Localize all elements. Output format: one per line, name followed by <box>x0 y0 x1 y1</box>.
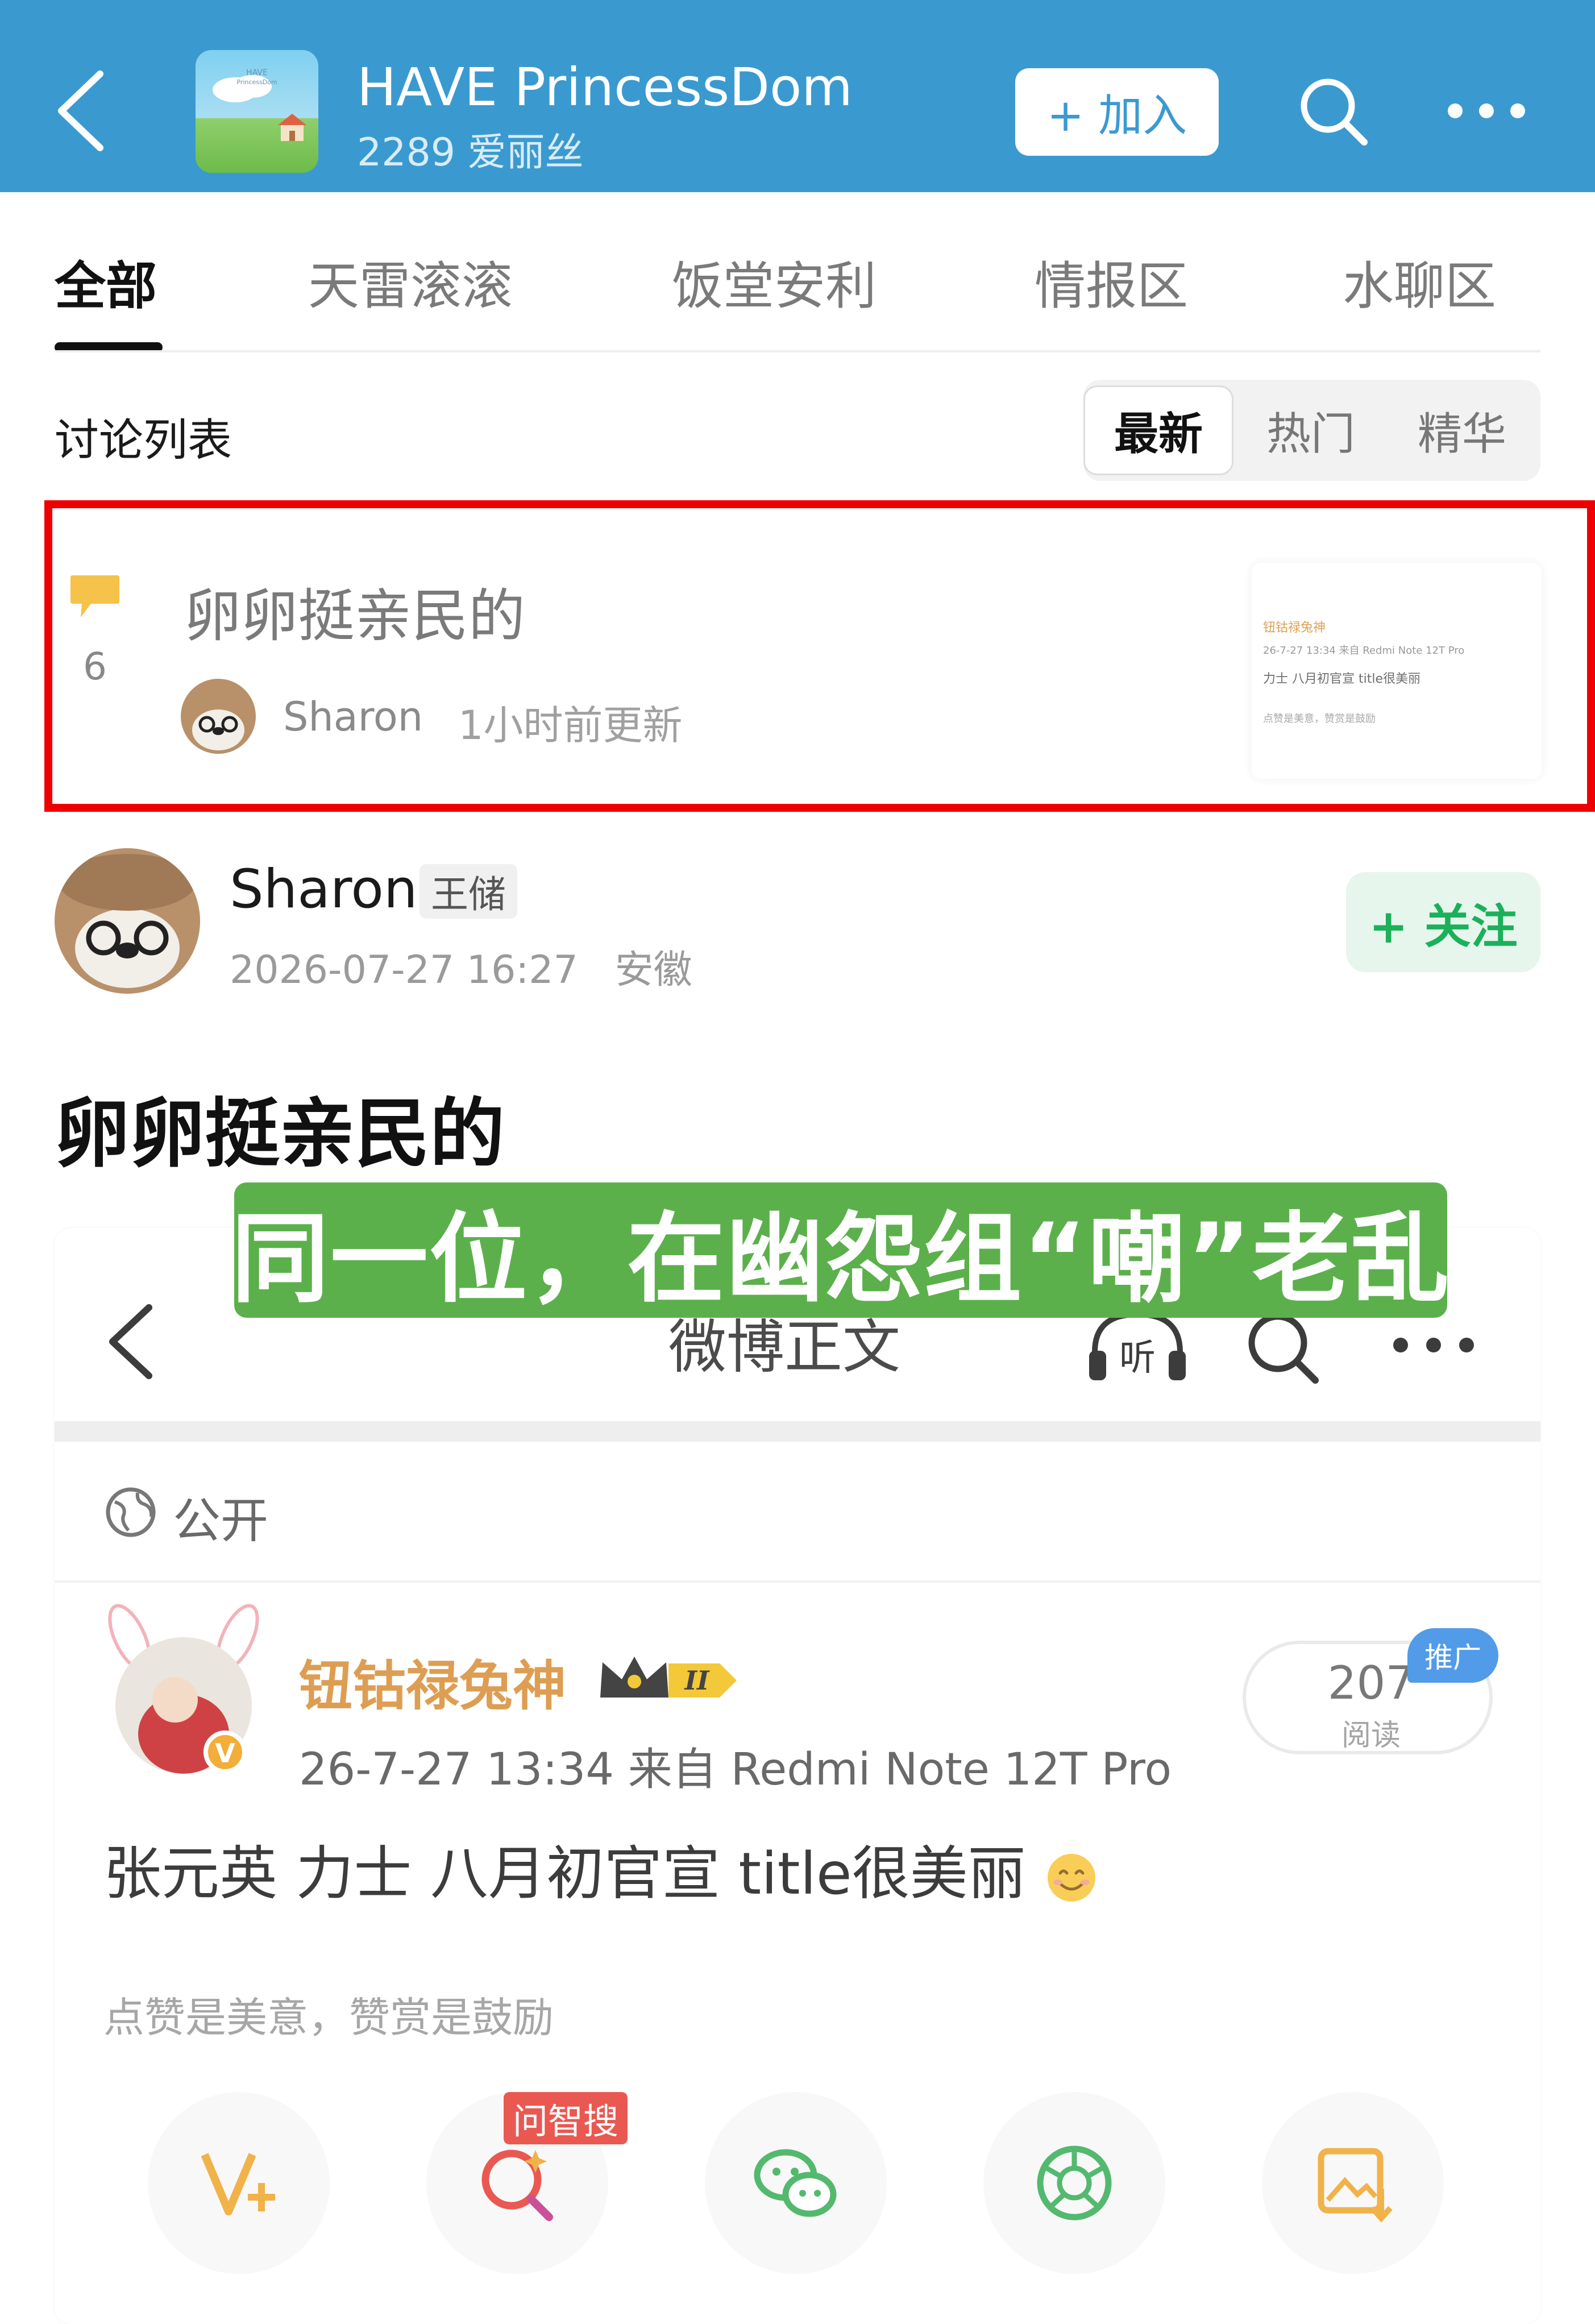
comment-count: 6 <box>83 645 107 688</box>
divider-bar <box>55 1421 1540 1442</box>
back-arrow-icon[interactable] <box>55 68 106 153</box>
weibo-text: 张元英 力士 八月初官宣 title很美丽 <box>103 1827 1099 1911</box>
member-count: 2289 爱丽丝 <box>357 130 584 175</box>
tab-tianlei[interactable]: 天雷滚滚 <box>308 244 513 318</box>
sort-segmented-control: 最新 热门 精华 <box>1083 380 1540 481</box>
tab-shuiliao[interactable]: 水聊区 <box>1343 244 1496 318</box>
tab-qingbao[interactable]: 情报区 <box>1035 244 1188 318</box>
tab-fantang[interactable]: 饭堂安利 <box>672 244 877 318</box>
app-header: HAVE PrincessDom HAVE PrincessDom 2289 爱… <box>0 0 1595 192</box>
back-arrow-icon <box>105 1302 156 1381</box>
sort-hot[interactable]: 热门 <box>1236 385 1386 475</box>
category-tabs: 全部 天雷滚滚 饭堂安利 情报区 水聊区 <box>0 192 1595 351</box>
avatar <box>181 679 256 754</box>
thumbnail-line: 点赞是美意，赞赏是鼓励 <box>1263 713 1376 725</box>
svg-text:V: V <box>215 1738 235 1769</box>
post-meta: 2026-07-27 16:27 安徽 <box>230 938 692 994</box>
weibo-text-content: 张元英 力士 八月初官宣 title很美丽 <box>103 1840 1026 1908</box>
save-image-icon <box>1262 2092 1444 2274</box>
sort-featured[interactable]: 精华 <box>1387 385 1537 475</box>
post-title: 卵卵挺亲民的 <box>55 1090 505 1178</box>
discussion-list-title: 讨论列表 <box>55 415 232 466</box>
svg-text:II: II <box>683 1665 710 1696</box>
moments-icon <box>983 2092 1165 2274</box>
tabs-divider <box>55 350 1540 352</box>
avatar: V <box>90 1603 277 1779</box>
post-location: 安徽 <box>614 948 692 993</box>
encourage-text: 点赞是美意，赞赏是鼓励 <box>103 1994 554 2041</box>
thumbnail-line: 26-7-27 13:34 来自 Redmi Note 12T Pro <box>1263 645 1465 657</box>
thread-author[interactable]: Sharon <box>283 694 423 740</box>
weibo-post-meta: 26-7-27 13:34 来自 Redmi Note 12T Pro <box>299 1744 1172 1795</box>
follow-button[interactable]: + 关注 <box>1346 872 1540 972</box>
zhisou-badge: 问智搜 <box>504 2092 628 2144</box>
status-badge: 王储 <box>419 864 517 919</box>
weibo-user-name: 钮钴禄兔神 <box>299 1655 567 1717</box>
avatar[interactable] <box>55 848 200 994</box>
comment-bubble-icon <box>68 572 122 623</box>
svg-text:HAVE: HAVE <box>246 68 268 77</box>
search-icon[interactable] <box>1296 74 1370 148</box>
globe-icon <box>103 1485 158 1539</box>
more-dots-icon[interactable] <box>1444 80 1529 142</box>
thread-title: 卵卵挺亲民的 <box>184 583 525 649</box>
post-author-name[interactable]: Sharon <box>230 858 418 920</box>
thread-thumbnail[interactable]: 钮钴禄兔神 26-7-27 13:34 来自 Redmi Note 12T Pr… <box>1252 563 1542 779</box>
more-dots-icon <box>1388 1328 1479 1362</box>
smile-emoji-icon <box>1048 1854 1096 1902</box>
post-time: 2026-07-27 16:27 <box>230 948 578 993</box>
v-plus-icon <box>148 2092 330 2274</box>
wechat-icon <box>705 2092 887 2274</box>
crown-level-icon: II <box>595 1646 742 1709</box>
thread-item[interactable]: 6 卵卵挺亲民的 Sharon 1小时前更新 钮钴禄兔神 26-7-27 13:… <box>44 500 1595 812</box>
promo-badge: 推广 <box>1407 1628 1498 1683</box>
group-title: HAVE PrincessDom <box>357 57 853 118</box>
divider <box>55 1580 1540 1583</box>
thumbnail-line: 钮钴禄兔神 <box>1263 621 1326 635</box>
read-count-label: 阅读 <box>1341 1719 1401 1753</box>
visibility-label: 公开 <box>173 1493 269 1549</box>
embedded-screenshot: 微博正文 听 公开 V 钮钴禄兔神 II 26-7-27 13:34 来自 Re… <box>55 1228 1540 2324</box>
sort-latest[interactable]: 最新 <box>1083 385 1233 475</box>
thumbnail-line: 力士 八月初官宣 title很美丽 <box>1263 672 1420 686</box>
thread-updated-time: 1小时前更新 <box>458 702 683 749</box>
join-button[interactable]: + 加入 <box>1015 68 1219 156</box>
tab-all[interactable]: 全部 <box>55 244 157 318</box>
group-avatar[interactable]: HAVE PrincessDom <box>196 50 318 173</box>
caption-overlay: 同一位，在幽怨组“嘲”老乱 <box>231 1182 1449 1318</box>
svg-text:听: 听 <box>1119 1337 1156 1379</box>
svg-text:PrincessDom: PrincessDom <box>236 78 277 86</box>
